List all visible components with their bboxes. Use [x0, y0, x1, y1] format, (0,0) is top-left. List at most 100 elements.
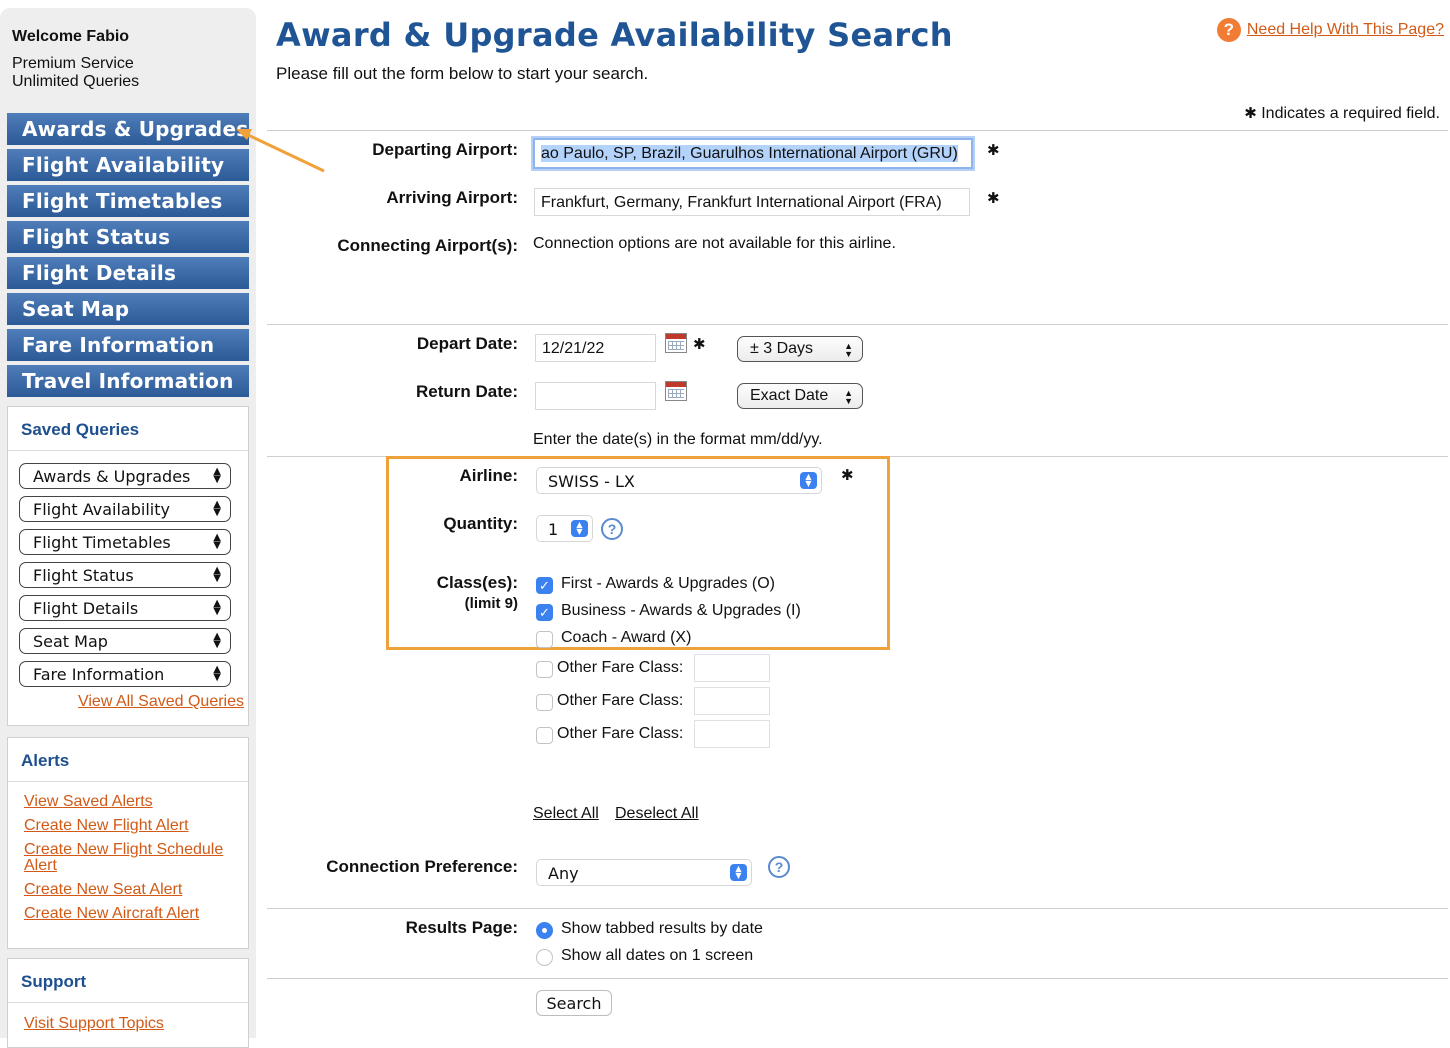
info-question-icon[interactable]: ?: [768, 856, 790, 878]
welcome-text: Welcome Fabio: [12, 28, 130, 45]
saved-status-label: Flight Status: [33, 566, 134, 585]
depart-date-value: 12/21/22: [542, 340, 605, 357]
results-page-label: Results Page:: [405, 918, 518, 937]
nav-flight-availability[interactable]: Flight Availability: [7, 149, 249, 181]
other-fare-1-input[interactable]: [694, 654, 770, 682]
select-all-link[interactable]: Select All: [533, 805, 599, 823]
nav-flight-status[interactable]: Flight Status: [7, 221, 249, 253]
query-allowance: Unlimited Queries: [12, 73, 140, 90]
return-date-label: Return Date:: [415, 382, 518, 401]
sidebar: Welcome Fabio Premium Service Unlimited …: [0, 8, 256, 1048]
select-arrows-icon: ▲ ▼: [730, 864, 747, 881]
divider: [267, 130, 1448, 131]
up-down-arrows-icon: ▲ ▼: [213, 598, 221, 617]
saved-seatmap-label: Seat Map: [33, 632, 108, 651]
other-fare-1-checkbox[interactable]: [536, 661, 553, 678]
depart-date-label: Depart Date:: [416, 334, 518, 353]
up-down-arrows-icon: ▲ ▼: [844, 341, 853, 359]
class-first-label: First - Awards & Upgrades (O): [561, 575, 775, 592]
search-button[interactable]: Search: [536, 990, 612, 1016]
up-down-arrows-icon: ▲ ▼: [844, 388, 853, 406]
arriving-airport-input[interactable]: Frankfurt, Germany, Frankfurt Internatio…: [534, 188, 970, 216]
required-star-icon: ✱: [693, 336, 706, 353]
other-fare-2-input[interactable]: [694, 687, 770, 715]
create-schedule-alert-link[interactable]: Create New Flight Schedule Alert: [24, 842, 244, 874]
create-seat-alert-link[interactable]: Create New Seat Alert: [24, 882, 244, 898]
classes-limit: (limit 9): [464, 595, 518, 612]
view-saved-alerts-link[interactable]: View Saved Alerts: [24, 794, 244, 810]
required-star-icon: ✱: [1244, 105, 1257, 122]
main-nav: Awards & Upgrades Flight Availability Fl…: [7, 113, 249, 401]
saved-availability-select[interactable]: Flight Availability ▲ ▼: [19, 496, 231, 522]
results-tabbed-radio[interactable]: [536, 922, 553, 939]
arriving-airport-label: Arriving Airport:: [386, 188, 518, 207]
nav-flight-details[interactable]: Flight Details: [7, 257, 249, 289]
question-circle-icon[interactable]: ?: [1216, 18, 1241, 42]
airline-value: SWISS - LX: [548, 472, 635, 491]
other-fare-1-label: Other Fare Class:: [557, 659, 684, 676]
other-fare-3-label: Other Fare Class:: [557, 725, 684, 742]
page-subtitle: Please fill out the form below to start …: [276, 64, 649, 83]
return-date-input[interactable]: [535, 382, 656, 410]
nav-seat-map[interactable]: Seat Map: [7, 293, 249, 325]
saved-queries-title: Saved Queries: [8, 407, 248, 451]
results-tabbed-label: Show tabbed results by date: [561, 920, 763, 937]
connection-preference-value: Any: [548, 864, 579, 883]
nav-awards-upgrades[interactable]: Awards & Upgrades: [7, 113, 249, 145]
required-star-icon: ✱: [987, 142, 1000, 159]
connecting-airports-label: Connecting Airport(s):: [337, 236, 518, 255]
service-level: Premium Service: [12, 55, 134, 72]
quantity-select[interactable]: 1 ▲ ▼: [536, 515, 593, 542]
departing-airport-input[interactable]: ao Paulo, SP, Brazil, Guarulhos Internat…: [533, 138, 973, 169]
alerts-panel: Alerts View Saved Alerts Create New Flig…: [7, 737, 249, 949]
depart-range-value: ± 3 Days: [750, 340, 814, 357]
saved-details-select[interactable]: Flight Details ▲ ▼: [19, 595, 231, 621]
saved-seatmap-select[interactable]: Seat Map ▲ ▼: [19, 628, 231, 654]
view-all-saved-queries-link[interactable]: View All Saved Queries: [78, 693, 244, 711]
return-range-select[interactable]: Exact Date ▲ ▼: [737, 383, 863, 409]
saved-status-select[interactable]: Flight Status ▲ ▼: [19, 562, 231, 588]
depart-date-input[interactable]: 12/21/22: [535, 334, 656, 362]
divider: [267, 324, 1448, 325]
up-down-arrows-icon: ▲ ▼: [213, 631, 221, 650]
other-fare-3-checkbox[interactable]: [536, 727, 553, 744]
other-fare-2-label: Other Fare Class:: [557, 692, 684, 709]
connection-preference-select[interactable]: Any ▲ ▼: [536, 859, 752, 886]
other-fare-2-checkbox[interactable]: [536, 694, 553, 711]
return-range-value: Exact Date: [750, 387, 829, 404]
create-flight-alert-link[interactable]: Create New Flight Alert: [24, 818, 244, 834]
help-link[interactable]: Need Help With This Page?: [1247, 21, 1444, 38]
nav-flight-timetables[interactable]: Flight Timetables: [7, 185, 249, 217]
results-single-screen-label: Show all dates on 1 screen: [561, 947, 754, 964]
info-question-icon[interactable]: ?: [601, 518, 623, 540]
class-first-checkbox[interactable]: ✓: [536, 577, 553, 594]
support-panel: Support Visit Support Topics: [7, 958, 249, 1048]
results-single-screen-radio[interactable]: [536, 949, 553, 966]
saved-timetables-select[interactable]: Flight Timetables ▲ ▼: [19, 529, 231, 555]
visit-support-topics-link[interactable]: Visit Support Topics: [24, 1015, 164, 1033]
date-format-hint: Enter the date(s) in the format mm/dd/yy…: [533, 431, 823, 448]
up-down-arrows-icon: ▲ ▼: [213, 565, 221, 584]
other-fare-3-input[interactable]: [694, 720, 770, 748]
support-title: Support: [8, 959, 248, 1003]
deselect-all-link[interactable]: Deselect All: [615, 805, 699, 823]
nav-travel-information[interactable]: Travel Information: [7, 365, 249, 397]
calendar-icon[interactable]: [665, 381, 687, 401]
calendar-icon[interactable]: [665, 333, 687, 353]
depart-range-select[interactable]: ± 3 Days ▲ ▼: [737, 336, 863, 362]
airline-label: Airline:: [459, 466, 518, 485]
saved-fare-select[interactable]: Fare Information ▲ ▼: [19, 661, 231, 687]
divider: [267, 978, 1448, 979]
welcome-block: Welcome Fabio Premium Service Unlimited …: [12, 28, 139, 91]
class-business-checkbox[interactable]: ✓: [536, 604, 553, 621]
required-note: ✱ Indicates a required field.: [1244, 104, 1440, 123]
class-coach-checkbox[interactable]: [536, 631, 553, 648]
saved-awards-select[interactable]: Awards & Upgrades ▲ ▼: [19, 463, 231, 489]
up-down-arrows-icon: ▲ ▼: [213, 532, 221, 551]
required-star-icon: ✱: [987, 190, 1000, 207]
create-aircraft-alert-link[interactable]: Create New Aircraft Alert: [24, 906, 244, 922]
connecting-airports-note: Connection options are not available for…: [533, 235, 896, 252]
class-business-label: Business - Awards & Upgrades (I): [561, 602, 801, 619]
nav-fare-information[interactable]: Fare Information: [7, 329, 249, 361]
airline-select[interactable]: SWISS - LX ▲ ▼: [536, 467, 822, 494]
